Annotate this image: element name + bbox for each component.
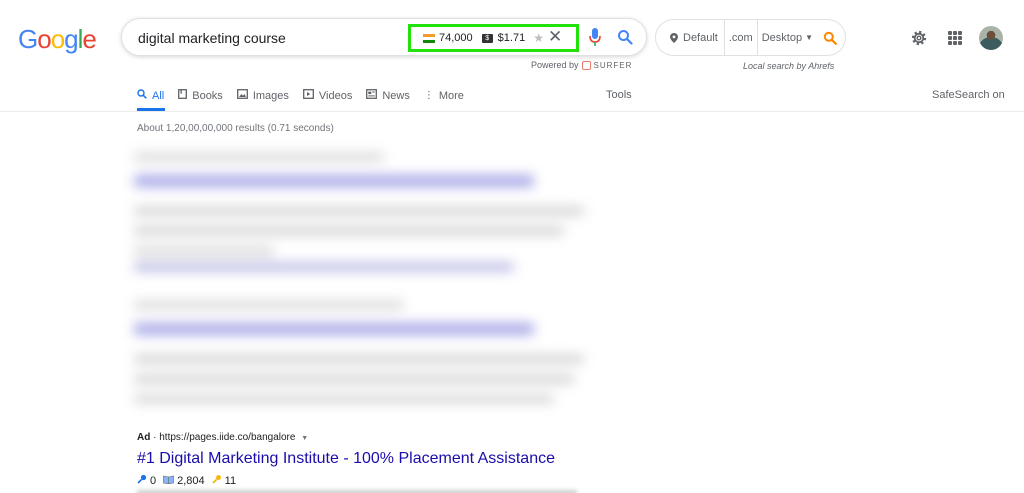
surfer-brand: SURFER <box>593 60 633 70</box>
blurred-result-1 <box>130 145 590 275</box>
news-icon <box>366 89 378 102</box>
cpc-value: $1.71 <box>497 32 526 44</box>
chevron-down-icon: ▼ <box>805 33 813 42</box>
header-divider <box>0 111 1024 112</box>
key-icon <box>137 474 147 487</box>
tab-books[interactable]: Books <box>178 89 223 102</box>
search-input[interactable]: digital marketing course <box>138 30 286 46</box>
location-pin-icon <box>670 32 678 43</box>
ahrefs-search-icon[interactable] <box>823 31 837 45</box>
tab-videos[interactable]: Videos <box>302 89 353 102</box>
surfer-powered-by: Powered by SURFER <box>531 60 632 70</box>
tab-images[interactable]: Images <box>236 89 289 102</box>
gear-icon[interactable] <box>910 29 928 47</box>
search-icon <box>137 89 147 102</box>
chevron-down-icon[interactable]: ▼ <box>301 435 308 442</box>
book-open-icon <box>163 475 174 487</box>
metric-value: 2,804 <box>177 474 205 487</box>
ad-badge: Ad <box>137 432 151 443</box>
key-icon <box>212 474 222 487</box>
tab-label: News <box>382 89 410 102</box>
device-select[interactable]: Desktop <box>762 32 802 44</box>
ad-url-line: Ad · https://pages.iide.co/bangalore ▼ <box>137 432 308 443</box>
google-logo[interactable]: Google <box>18 24 97 55</box>
logo-letter: o <box>37 24 52 54</box>
cash-icon: $ <box>481 33 493 43</box>
tab-label: All <box>152 89 165 102</box>
clear-search-icon[interactable]: ✕ <box>548 27 562 47</box>
divider <box>756 19 758 56</box>
ahrefs-caption: Local search by Ahrefs <box>743 61 835 71</box>
logo-letter: e <box>82 24 97 54</box>
logo-letter: g <box>64 24 79 54</box>
india-flag-icon <box>423 33 435 43</box>
tab-label: Books <box>192 89 223 102</box>
surfer-logo-icon <box>581 60 591 70</box>
search-tabs: All Books Images Videos News ⋮ More <box>137 89 478 102</box>
ad-seo-metrics: 0 2,804 11 <box>137 474 243 487</box>
domain-select[interactable]: .com <box>729 32 753 44</box>
search-volume: 74,000 <box>439 32 473 44</box>
metric-value: 11 <box>224 474 237 487</box>
apps-grid-icon[interactable] <box>948 31 962 45</box>
location-select[interactable]: Default <box>683 32 718 44</box>
book-icon <box>178 89 188 102</box>
tab-more[interactable]: ⋮ More <box>424 89 464 102</box>
safesearch-toggle[interactable]: SafeSearch on <box>932 89 1005 101</box>
search-icon[interactable] <box>617 29 633 45</box>
more-vert-icon: ⋮ <box>423 90 434 101</box>
blurred-result-2 <box>130 295 590 410</box>
tab-label: Images <box>252 89 289 102</box>
divider <box>723 19 725 56</box>
logo-letter: G <box>18 24 38 54</box>
ad-url[interactable]: https://pages.iide.co/bangalore <box>159 432 295 443</box>
image-icon <box>236 89 248 102</box>
video-icon <box>302 89 314 102</box>
tab-news[interactable]: News <box>366 89 410 102</box>
tab-label: More <box>438 89 464 102</box>
tools-button[interactable]: Tools <box>606 89 632 101</box>
star-icon[interactable]: ★ <box>533 31 544 45</box>
tab-all[interactable]: All <box>137 89 164 102</box>
results-stats: About 1,20,00,00,000 results (0.71 secon… <box>137 123 334 134</box>
ad-title-link[interactable]: #1 Digital Marketing Institute - 100% Pl… <box>137 450 555 468</box>
logo-letter: o <box>50 24 66 54</box>
avatar[interactable] <box>979 26 1003 50</box>
tab-label: Videos <box>318 89 353 102</box>
metric-value: 0 <box>150 474 157 487</box>
microphone-icon[interactable] <box>589 27 601 47</box>
powered-by-label: Powered by <box>531 60 579 70</box>
ahrefs-local-search: Default .com Desktop ▼ <box>655 19 846 56</box>
